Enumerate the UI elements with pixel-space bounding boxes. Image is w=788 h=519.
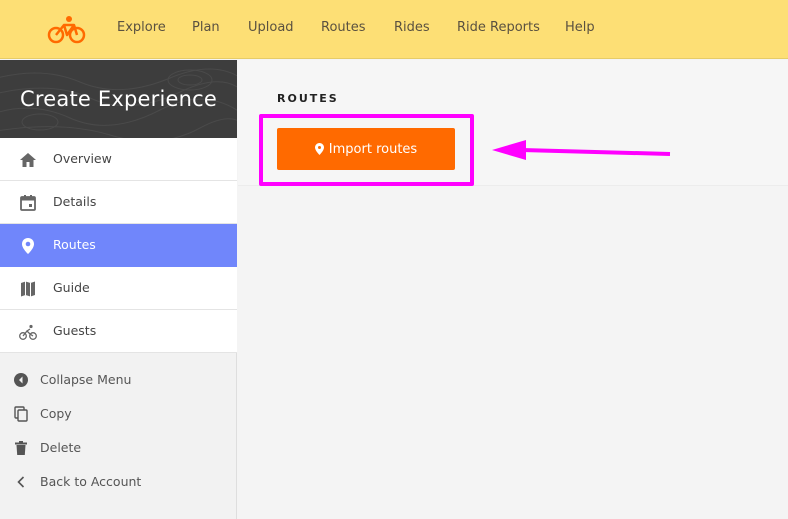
nav-plan[interactable]: Plan	[192, 20, 220, 35]
nav-ride-reports[interactable]: Ride Reports	[457, 20, 540, 35]
nav-help[interactable]: Help	[565, 20, 595, 35]
import-routes-button[interactable]: Import routes	[277, 128, 455, 170]
section-title: ROUTES	[277, 92, 339, 105]
map-pin-icon	[22, 238, 34, 254]
action-label: Collapse Menu	[40, 372, 132, 387]
action-label: Back to Account	[40, 474, 142, 489]
nav-explore[interactable]: Explore	[117, 20, 166, 35]
sidebar-item-label: Overview	[53, 151, 112, 166]
sidebar: Create Experience Overview Details Route…	[0, 60, 237, 519]
map-icon	[21, 281, 35, 297]
arrow-left-icon	[492, 140, 671, 160]
sidebar-item-overview[interactable]: Overview	[0, 138, 237, 181]
collapse-icon	[14, 373, 28, 387]
cyclist-icon	[19, 324, 37, 340]
sidebar-header: Create Experience	[0, 60, 237, 138]
sidebar-item-label: Routes	[53, 237, 96, 252]
sidebar-item-details[interactable]: Details	[0, 181, 237, 224]
import-routes-label: Import routes	[328, 141, 418, 157]
action-label: Delete	[40, 440, 82, 455]
sidebar-item-label: Guide	[53, 280, 90, 295]
back-to-account-link[interactable]: Back to Account	[0, 467, 237, 497]
copy-button[interactable]: Copy	[0, 399, 237, 429]
sidebar-item-routes[interactable]: Routes	[0, 224, 237, 267]
delete-button[interactable]: Delete	[0, 433, 237, 463]
collapse-menu-button[interactable]: Collapse Menu	[0, 365, 237, 395]
top-navigation-bar: Explore Plan Upload Routes Rides Ride Re…	[0, 0, 788, 59]
sidebar-item-guests[interactable]: Guests	[0, 310, 237, 353]
action-label: Copy	[40, 406, 72, 421]
bicycle-logo-icon[interactable]	[47, 14, 87, 46]
home-icon	[20, 153, 36, 167]
sidebar-item-label: Guests	[53, 323, 97, 338]
chevron-left-icon	[17, 476, 25, 488]
nav-rides[interactable]: Rides	[394, 20, 430, 35]
copy-icon	[14, 406, 28, 422]
calendar-icon	[20, 195, 36, 211]
map-pin-icon	[314, 142, 324, 155]
nav-routes[interactable]: Routes	[321, 20, 366, 35]
trash-icon	[15, 441, 27, 455]
sidebar-item-label: Details	[53, 194, 97, 209]
sidebar-item-guide[interactable]: Guide	[0, 267, 237, 310]
nav-upload[interactable]: Upload	[248, 20, 294, 35]
sidebar-title: Create Experience	[20, 87, 217, 111]
